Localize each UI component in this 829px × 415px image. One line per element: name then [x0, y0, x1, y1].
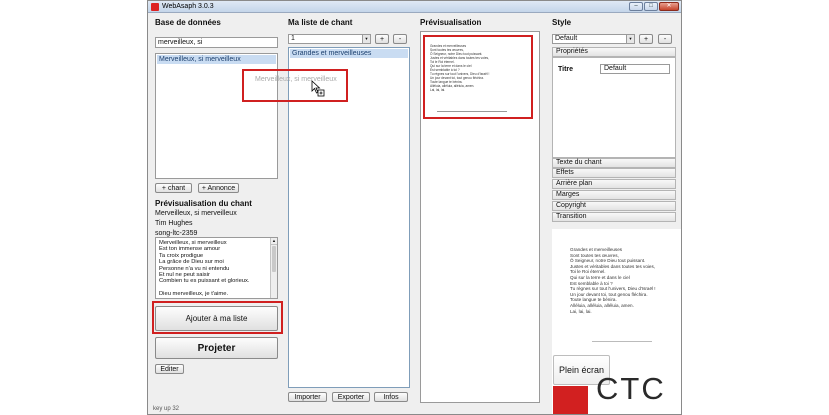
minimize-button[interactable]: – — [629, 2, 643, 11]
thumb-footer-line — [437, 111, 507, 112]
section-background[interactable]: Arrière plan — [552, 179, 676, 189]
preview-thumbnail[interactable]: Grandes et merveilleuses Sont toutes tes … — [423, 35, 533, 119]
maximize-button[interactable]: □ — [644, 2, 658, 11]
scroll-thumb[interactable] — [272, 246, 276, 272]
style-heading: Style — [552, 18, 572, 27]
status-text: key up 32 — [153, 406, 180, 412]
info-button[interactable]: Infos — [374, 392, 408, 402]
properties-header[interactable]: Propriétés — [552, 47, 676, 57]
song-preview-heading: Prévisualisation du chant — [155, 199, 252, 208]
my-list-item[interactable]: Grandes et merveilleuses — [290, 49, 408, 58]
ctc-logo: CTC — [596, 371, 666, 406]
style-preview-line: Tu règnes sur tout l'univers, Dieu d'Isr… — [570, 286, 656, 292]
drag-cursor-icon — [311, 80, 325, 97]
title-label: Titre — [558, 66, 574, 73]
app-icon — [151, 3, 159, 11]
database-search-input[interactable]: merveilleux, si — [155, 37, 278, 48]
close-button[interactable]: ✕ — [659, 2, 679, 11]
style-select-value: Default — [555, 35, 578, 42]
style-properties: Propriétés Titre Default Texte du chant … — [552, 47, 676, 227]
style-preview-text: Grandes et merveilleuses Sont toutes tes … — [570, 247, 656, 314]
song-lyrics: Merveilleux, si merveilleux Est ton immen… — [156, 238, 277, 300]
add-announce-button[interactable]: + Annonce — [198, 183, 239, 193]
section-song-text[interactable]: Texte du chant — [552, 158, 676, 168]
style-remove-button[interactable]: - — [658, 34, 672, 44]
style-preview-footer — [592, 341, 652, 342]
style-select[interactable]: Default ▼ — [552, 34, 635, 44]
scroll-up-icon[interactable]: ▲ — [271, 238, 277, 245]
preview-heading: Prévisualisation — [420, 18, 482, 27]
section-margins[interactable]: Marges — [552, 190, 676, 200]
properties-panel: Titre Default — [552, 57, 676, 158]
list-remove-button[interactable]: - — [393, 34, 407, 44]
section-transition[interactable]: Transition — [552, 212, 676, 222]
song-id: song-ltc-2359 — [155, 230, 198, 237]
database-result-item[interactable]: Merveilleux, si merveilleux — [157, 55, 276, 64]
preview-thumb-text: Grandes et merveilleuses Sont toutes tes … — [430, 44, 489, 92]
style-preview-line: Ô Seigneur, notre Dieu tout puissant. — [570, 258, 646, 264]
export-button[interactable]: Exporter — [332, 392, 370, 402]
app-window: WebAsaph 3.0.3 – □ ✕ Base de données mer… — [147, 0, 682, 415]
style-title-input[interactable]: Default — [600, 64, 670, 74]
window-title: WebAsaph 3.0.3 — [162, 3, 214, 10]
style-add-button[interactable]: + — [639, 34, 653, 44]
add-song-button[interactable]: + chant — [155, 183, 192, 193]
import-button[interactable]: Importer — [288, 392, 327, 402]
list-add-button[interactable]: + — [375, 34, 389, 44]
list-select[interactable]: 1 ▼ — [288, 34, 371, 44]
song-title: Merveilleux, si merveilleux — [155, 210, 237, 217]
project-button[interactable]: Projeter — [155, 337, 278, 359]
list-select-value: 1 — [291, 35, 295, 42]
section-copyright[interactable]: Copyright — [552, 201, 676, 211]
section-effects[interactable]: Effets — [552, 168, 676, 178]
thumb-line: Lai, lai, lai. — [430, 88, 446, 92]
edit-button[interactable]: Editer — [155, 364, 184, 374]
database-heading: Base de données — [155, 18, 221, 27]
add-to-list-highlight — [152, 301, 283, 334]
chevron-down-icon[interactable]: ▼ — [626, 35, 634, 43]
song-lyrics-box: Merveilleux, si merveilleux Est ton immen… — [155, 237, 278, 299]
lyrics-scrollbar[interactable]: ▲ — [270, 238, 277, 298]
style-preview-line: Lai, lai, lai. — [570, 308, 592, 314]
lyrics-line: Dieu merveilleux, je t'aime. — [159, 291, 229, 298]
song-author: Tim Hughes — [155, 220, 193, 227]
drag-highlight — [242, 69, 348, 102]
chevron-down-icon[interactable]: ▼ — [362, 35, 370, 43]
logo-red-block — [553, 386, 588, 414]
style-preview: Grandes et merveilleuses Sont toutes tes … — [552, 229, 681, 414]
title-bar: WebAsaph 3.0.3 – □ ✕ — [148, 1, 681, 13]
my-list-heading: Ma liste de chant — [288, 18, 353, 27]
